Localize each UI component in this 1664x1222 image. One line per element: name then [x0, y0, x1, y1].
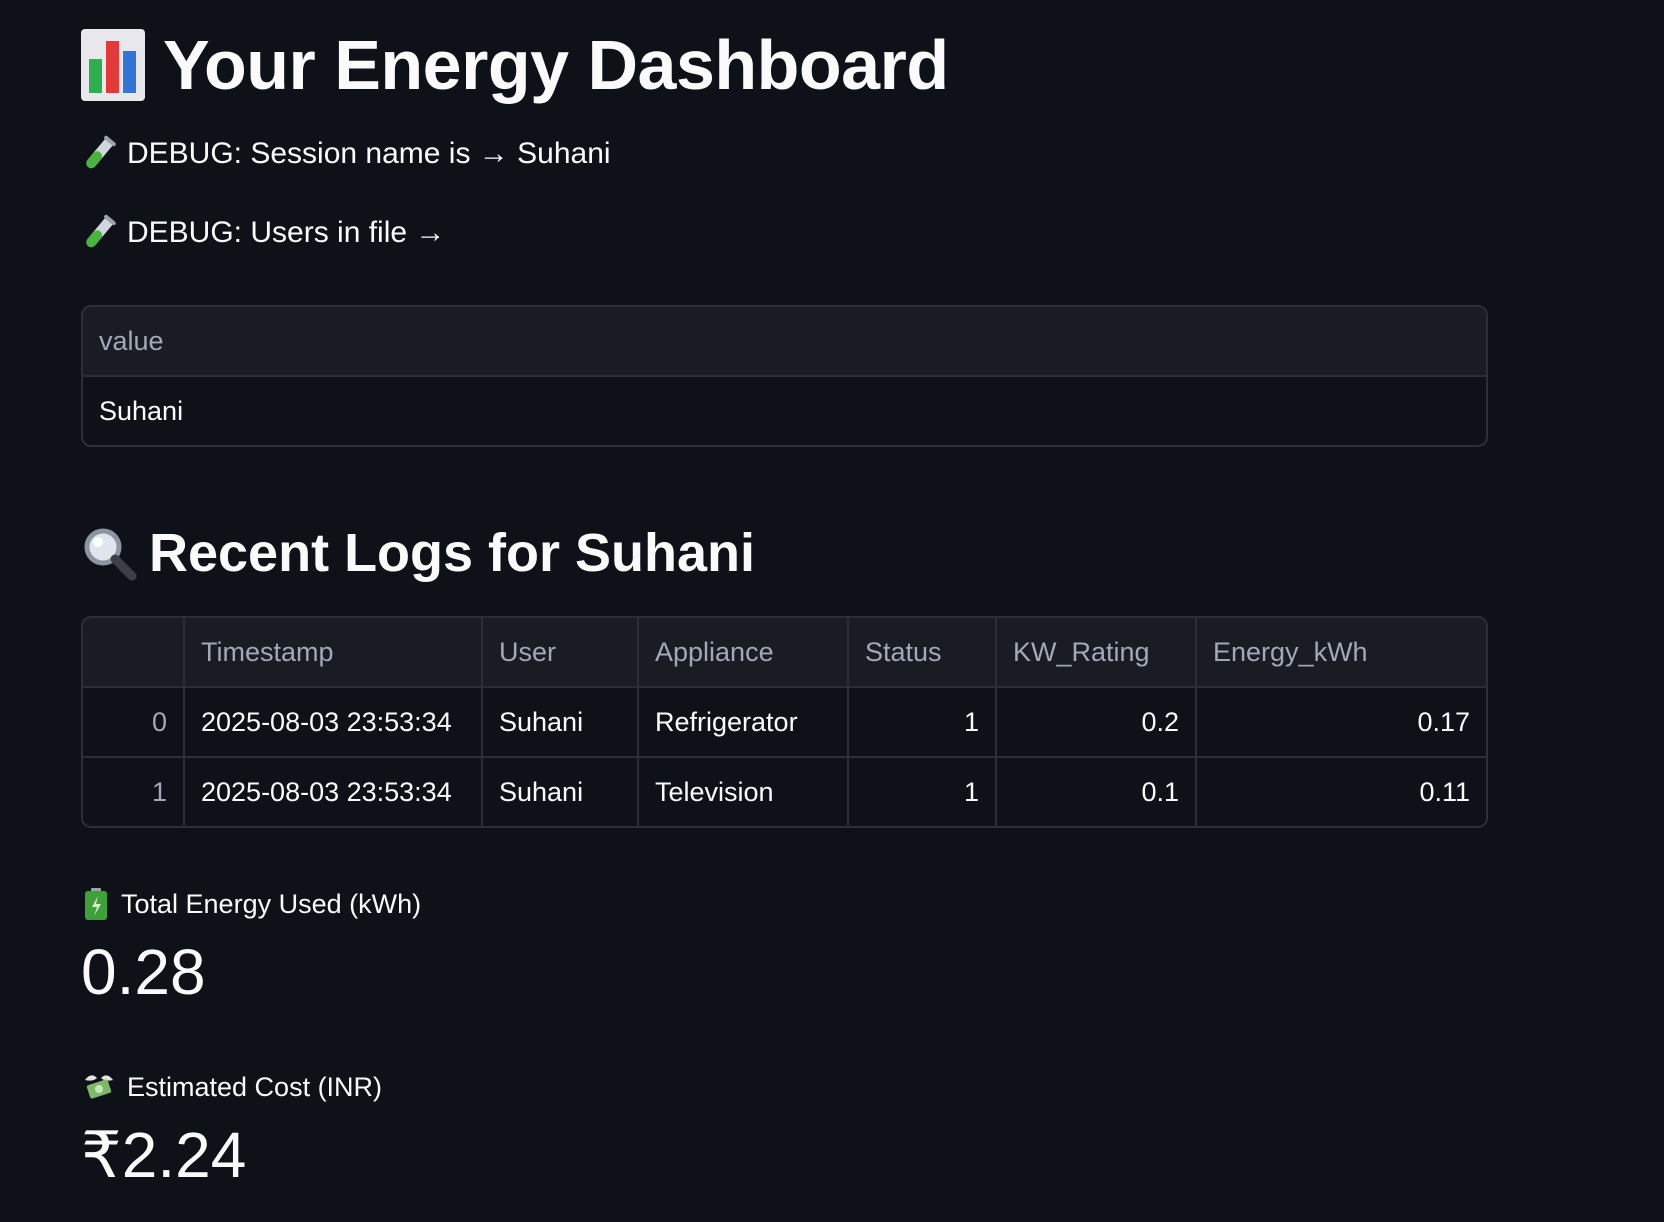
page-title: Your Energy Dashboard — [81, 22, 949, 108]
recent-logs-title: Recent Logs for Suhani — [81, 520, 755, 586]
recent-logs-title-text: Recent Logs for Suhani — [149, 523, 756, 583]
total-energy-label-text: Total Energy Used (kWh) — [121, 889, 422, 919]
row-index[interactable]: 1 — [83, 757, 185, 826]
table-row: Suhani — [83, 376, 1486, 445]
total-energy-label: Total Energy Used (kWh) — [81, 886, 421, 922]
debug-users-line: DEBUG: Users in file → — [81, 213, 445, 253]
table-row: 1 2025-08-03 23:53:34 Suhani Television … — [83, 757, 1486, 826]
column-header-appliance[interactable]: Appliance — [638, 618, 849, 688]
users-dataframe[interactable]: value Suhani — [81, 305, 1488, 447]
cell-timestamp[interactable]: 2025-08-03 23:53:34 — [184, 757, 483, 826]
test-tube-icon — [86, 135, 116, 169]
logs-table: Timestamp User Appliance Status KW_Ratin… — [83, 618, 1486, 826]
column-header-energy-kwh[interactable]: Energy_kWh — [1196, 618, 1486, 688]
cell-user[interactable]: Suhani — [482, 757, 639, 826]
bar-chart-icon — [81, 29, 145, 101]
column-header-index[interactable] — [83, 618, 185, 688]
cell-user[interactable]: Suhani — [482, 687, 639, 758]
row-index[interactable]: 0 — [83, 687, 185, 758]
cell-kw-rating[interactable]: 0.2 — [996, 687, 1197, 758]
money-wings-icon — [85, 1075, 113, 1099]
debug-session-text: DEBUG: Session name is → Suhani — [127, 137, 611, 170]
column-header-timestamp[interactable]: Timestamp — [184, 618, 483, 688]
cell-status[interactable]: 1 — [848, 687, 997, 758]
logs-dataframe[interactable]: Timestamp User Appliance Status KW_Ratin… — [81, 616, 1488, 828]
column-header-status[interactable]: Status — [848, 618, 997, 688]
cell-status[interactable]: 1 — [848, 757, 997, 826]
debug-session-line: DEBUG: Session name is → Suhani — [81, 134, 611, 174]
estimated-cost-label-text: Estimated Cost (INR) — [127, 1072, 383, 1102]
estimated-cost-value: ₹2.24 — [81, 1119, 247, 1191]
column-header-user[interactable]: User — [482, 618, 639, 688]
test-tube-icon — [86, 214, 116, 248]
cell-timestamp[interactable]: 2025-08-03 23:53:34 — [184, 687, 483, 758]
battery-icon — [85, 888, 107, 920]
cell-appliance[interactable]: Refrigerator — [638, 687, 849, 758]
page-title-text: Your Energy Dashboard — [163, 26, 949, 104]
cell-appliance[interactable]: Television — [638, 757, 849, 826]
table-cell[interactable]: Suhani — [83, 376, 1486, 445]
column-header-kw-rating[interactable]: KW_Rating — [996, 618, 1197, 688]
total-energy-value: 0.28 — [81, 936, 206, 1008]
column-header-value[interactable]: value — [83, 307, 1486, 377]
users-table: value Suhani — [83, 307, 1486, 445]
cell-energy-kwh[interactable]: 0.11 — [1196, 757, 1486, 826]
debug-users-text: DEBUG: Users in file → — [127, 216, 446, 249]
cell-kw-rating[interactable]: 0.1 — [996, 757, 1197, 826]
estimated-cost-label: Estimated Cost (INR) — [81, 1069, 382, 1105]
table-row: 0 2025-08-03 23:53:34 Suhani Refrigerato… — [83, 687, 1486, 758]
cell-energy-kwh[interactable]: 0.17 — [1196, 687, 1486, 758]
magnifier-icon — [84, 528, 137, 581]
